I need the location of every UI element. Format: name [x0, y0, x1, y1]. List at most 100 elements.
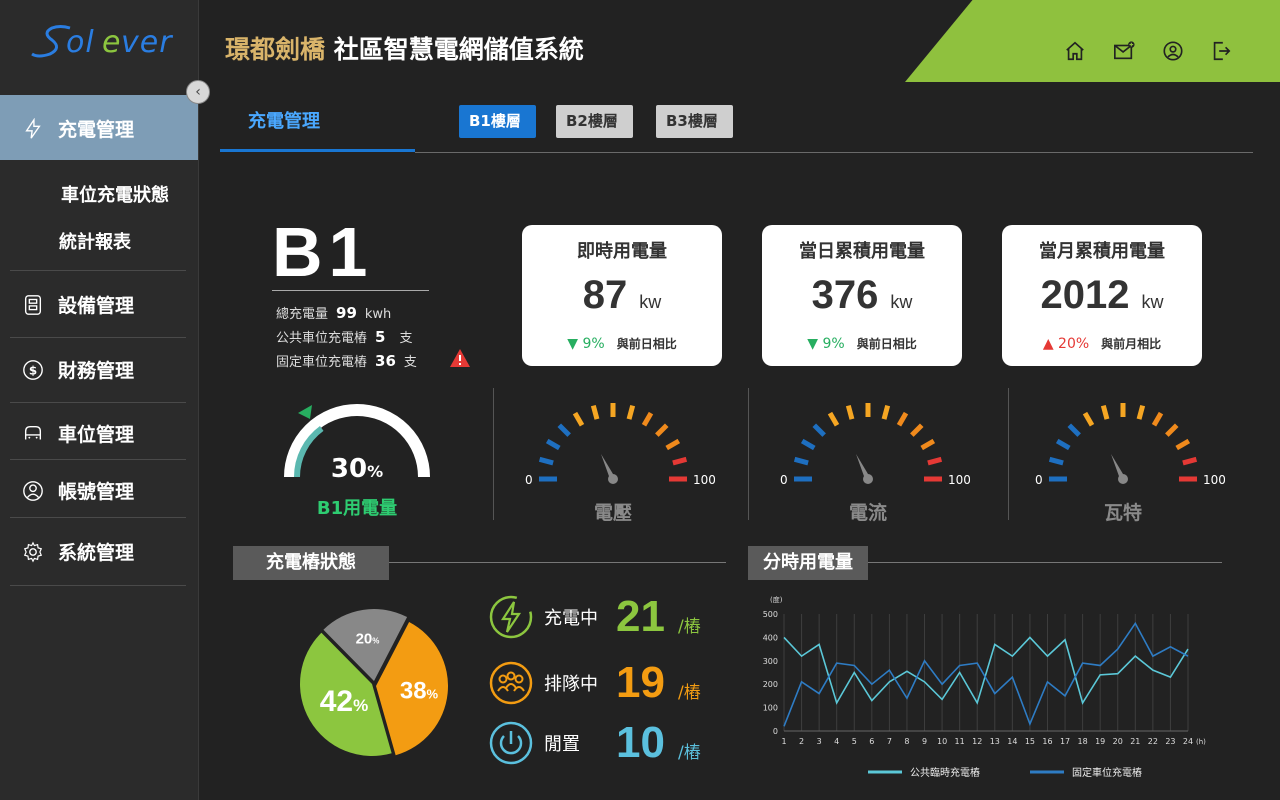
- x-tick-label: 22: [1148, 737, 1158, 746]
- x-tick-label: 14: [1007, 737, 1017, 746]
- y-tick-label: 500: [763, 610, 778, 619]
- lightning-icon: [25, 117, 41, 139]
- x-tick-label: 5: [852, 737, 857, 746]
- solever-logo: ol e ver: [31, 25, 172, 60]
- status-idle-row: 閒置 10 /樁: [488, 718, 701, 768]
- dollar-icon: $: [23, 359, 43, 380]
- gauge-tick: [1067, 423, 1081, 437]
- gauge-max-label: 1000: [948, 473, 970, 487]
- home-icon[interactable]: [1064, 40, 1086, 62]
- x-tick-label: 18: [1078, 737, 1088, 746]
- divider: [10, 337, 186, 338]
- total-charge-stat: 總充電量 99 kwh: [276, 303, 391, 322]
- gauge-label: 瓦特: [1104, 502, 1142, 524]
- floor-name: B1: [272, 213, 374, 291]
- sidebar-subitem-parking-status[interactable]: 車位充電狀態: [61, 181, 169, 207]
- legend-label: 固定車位充電樁: [1072, 766, 1142, 779]
- sidebar-item-devices[interactable]: 設備管理: [22, 291, 134, 318]
- system-title: 社區智慧電網儲值系統: [333, 35, 584, 64]
- public-charger-stat: 公共車位充電樁 5 支: [276, 327, 412, 346]
- y-axis-label: (度): [770, 595, 783, 604]
- sidebar-subitem-reports[interactable]: 統計報表: [59, 228, 131, 254]
- stat-label: 公共車位充電樁: [276, 331, 368, 346]
- account-icon[interactable]: [1162, 40, 1184, 62]
- gauge-tick: [896, 411, 909, 427]
- status-label: 閒置: [544, 734, 580, 755]
- floor-b3-button[interactable]: B3樓層: [656, 105, 733, 138]
- gauge-tick: [641, 411, 654, 427]
- arrow-down-icon: ▼: [567, 336, 579, 352]
- gauge-max-label: 1000: [693, 473, 715, 487]
- sidebar-item-system[interactable]: 系統管理: [22, 538, 134, 565]
- x-tick-label: 19: [1095, 737, 1105, 746]
- gauge-tick: [927, 456, 943, 466]
- x-tick-label: 24: [1183, 737, 1193, 746]
- card-change: ▲ 20% 與前月相比: [1042, 336, 1162, 352]
- status-value: 10: [616, 718, 665, 767]
- sidebar-collapse-button[interactable]: ‹: [186, 80, 210, 104]
- gear-icon: [23, 541, 43, 562]
- gauge-tick: [920, 438, 936, 451]
- sidebar-item-accounts[interactable]: 帳號管理: [22, 477, 134, 504]
- tab-active-underline: [220, 149, 415, 152]
- divider: [10, 517, 186, 518]
- device-icon: [24, 294, 42, 315]
- gauge-min-label: 0: [780, 473, 788, 487]
- sidebar-item-charging[interactable]: 充電管理: [22, 115, 134, 142]
- charger-status-title: 充電樁狀態: [233, 546, 389, 580]
- usage-percent: 30%: [331, 454, 383, 484]
- x-tick-label: 13: [990, 737, 1000, 746]
- gauge-tick: [545, 438, 561, 451]
- logout-icon[interactable]: [1210, 40, 1232, 62]
- floor-b2-button[interactable]: B2樓層: [556, 105, 633, 138]
- header-icon-bar: [1064, 40, 1232, 62]
- status-unit: /樁: [678, 682, 701, 703]
- sidebar-item-label: 帳號管理: [58, 481, 135, 503]
- fixed-charger-stat: 固定車位充電樁 36 支: [276, 351, 417, 370]
- user-icon: [23, 480, 43, 501]
- queue-people-icon: [489, 661, 533, 705]
- svg-text:$: $: [29, 363, 37, 377]
- sidebar: ol e ver 充電管理 車位充電狀態 統計報表 設備管理 $ 財務管理 車位…: [0, 0, 199, 800]
- sidebar-item-label: 充電管理: [58, 119, 135, 141]
- hourly-usage-line-chart: 0100200300400500(度)1 2 3 4 5 6 7 8 9 10 11 12 13 14 15…: [763, 595, 1206, 779]
- svg-text:ol: ol: [66, 25, 95, 60]
- gauge-tick: [538, 456, 554, 466]
- card-title: 當日累積用電量: [799, 241, 925, 262]
- gauge-tick: [1082, 411, 1095, 427]
- x-tick-label: 9: [922, 737, 927, 746]
- gauge-tick: [557, 423, 571, 437]
- gauge-tick: [626, 404, 636, 420]
- gauge-tick: [812, 423, 826, 437]
- sidebar-item-parking[interactable]: 車位管理: [22, 420, 134, 447]
- x-tick-label: 8: [904, 737, 909, 746]
- status-label: 排隊中: [544, 674, 598, 695]
- stat-unit: kwh: [364, 307, 392, 322]
- sidebar-item-finance[interactable]: $ 財務管理: [22, 356, 134, 383]
- y-tick-label: 300: [763, 657, 778, 666]
- x-tick-label: 4: [834, 737, 839, 746]
- x-tick-label: 2: [799, 737, 804, 746]
- tab-charging-management[interactable]: 充電管理: [248, 107, 320, 133]
- mail-icon[interactable]: [1112, 40, 1136, 62]
- card-value: 87 kw: [582, 273, 662, 317]
- gauge-max-label: 1000: [1203, 473, 1225, 487]
- stat-label: 固定車位充電樁: [276, 355, 368, 370]
- x-tick-label: 6: [869, 737, 874, 746]
- sidebar-item-label: 車位管理: [58, 424, 135, 446]
- gauge-tick: [910, 423, 924, 437]
- gauge-tick: [1100, 404, 1110, 420]
- divider: [10, 585, 186, 586]
- page-header-title: 璟都劍橋 社區智慧電網儲值系統: [225, 30, 584, 66]
- floor-b1-button[interactable]: B1樓層: [459, 105, 536, 138]
- kpi-card-daily: 當日累積用電量 376 kw ▼ 9% 與前日相比: [762, 225, 962, 366]
- x-tick-label: 23: [1165, 737, 1175, 746]
- gauge-tick: [1165, 423, 1179, 437]
- divider: [748, 388, 749, 520]
- floor-name-underline: [272, 290, 429, 291]
- gauge-min-label: 0: [1035, 473, 1043, 487]
- divider: [10, 402, 186, 403]
- divider: [10, 459, 186, 460]
- stat-label: 總充電量: [276, 307, 329, 322]
- warning-icon[interactable]: [449, 348, 471, 368]
